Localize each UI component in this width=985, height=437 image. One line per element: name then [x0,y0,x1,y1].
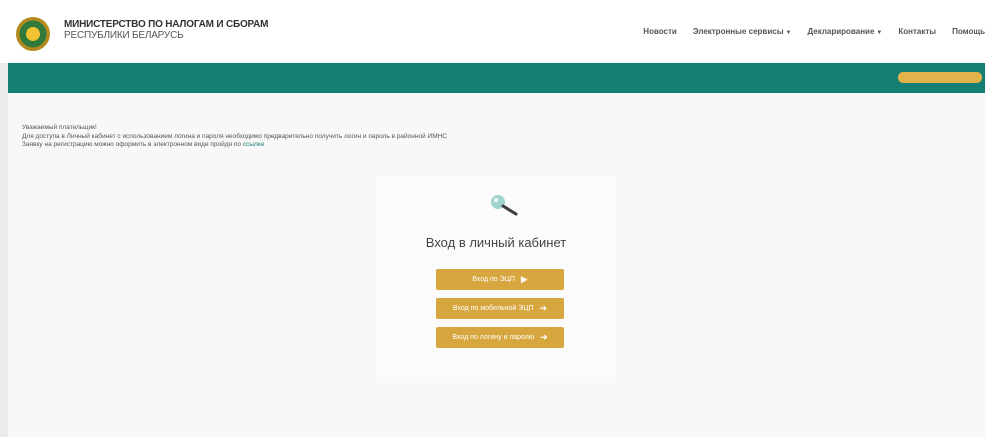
chevron-down-icon: ▼ [785,30,792,36]
nav-declaration[interactable]: Декларирование ▼ [807,27,882,36]
login-card: Вход в личный кабинет Вход по ЭЦП ▶ Вход… [376,177,616,377]
nav-contacts-label: Контакты [898,27,937,36]
nav-declaration-label: Декларирование [807,27,875,36]
login-mobile-ecp-label: Вход по мобильной ЭЦП [452,305,534,312]
nav-contacts[interactable]: Контакты [898,27,936,36]
nav-help-label: Помощь [952,27,985,36]
login-ecp-button[interactable]: Вход по ЭЦП ▶ [436,269,564,290]
emblem-logo[interactable] [16,17,50,51]
notice-registration-text: Заявку на регистрацию можно оформить в э… [22,141,242,148]
org-name-line2: РЕСПУБЛИКИ БЕЛАРУСЬ [64,30,184,41]
header: МИНИСТЕРСТВО ПО НАЛОГАМ И СБОРАМ РЕСПУБЛ… [0,0,985,63]
teal-banner [8,63,985,93]
chevron-down-icon: ▼ [876,30,883,36]
main-nav: Новости Электронные сервисы ▼ Декларирова… [643,27,985,36]
arrow-right-icon: ➜ [539,303,548,313]
arrow-right-icon: ➜ [540,332,548,342]
key-icon [491,195,518,216]
login-mobile-ecp-button[interactable]: Вход по мобильной ЭЦП ➜ [436,298,564,319]
org-title[interactable]: МИНИСТЕРСТВО ПО НАЛОГАМ И СБОРАМ РЕСПУБЛ… [64,19,268,41]
banner-button[interactable] [898,72,982,83]
nav-e-services-label: Электронные сервисы [692,27,784,36]
nav-news-label: Новости [643,27,677,36]
main-content: Уважаемый плательщик! Для доступа в Личн… [8,93,985,437]
nav-e-services[interactable]: Электронные сервисы ▼ [693,27,792,36]
nav-help[interactable]: Помощь [952,27,985,36]
arrow-right-icon: ▶ [520,274,528,284]
notice-text: Уважаемый плательщик! Для доступа в Личн… [22,124,447,150]
org-name-line1: МИНИСТЕРСТВО ПО НАЛОГАМ И СБОРАМ [64,19,269,30]
notice-body: Для доступа в Личный кабинет с использов… [22,132,447,140]
login-password-label: Вход по логину и паролю [452,334,535,341]
nav-news[interactable]: Новости [643,27,677,36]
login-ecp-label: Вход по ЭЦП [472,276,515,283]
login-password-button[interactable]: Вход по логину и паролю ➜ [436,327,564,348]
registration-link[interactable]: ссылке [243,141,265,148]
notice-greeting: Уважаемый плательщик! [22,124,97,131]
login-title: Вход в личный кабинет [425,235,567,250]
notice-registration: Заявку на регистрацию можно оформить в э… [22,141,447,150]
